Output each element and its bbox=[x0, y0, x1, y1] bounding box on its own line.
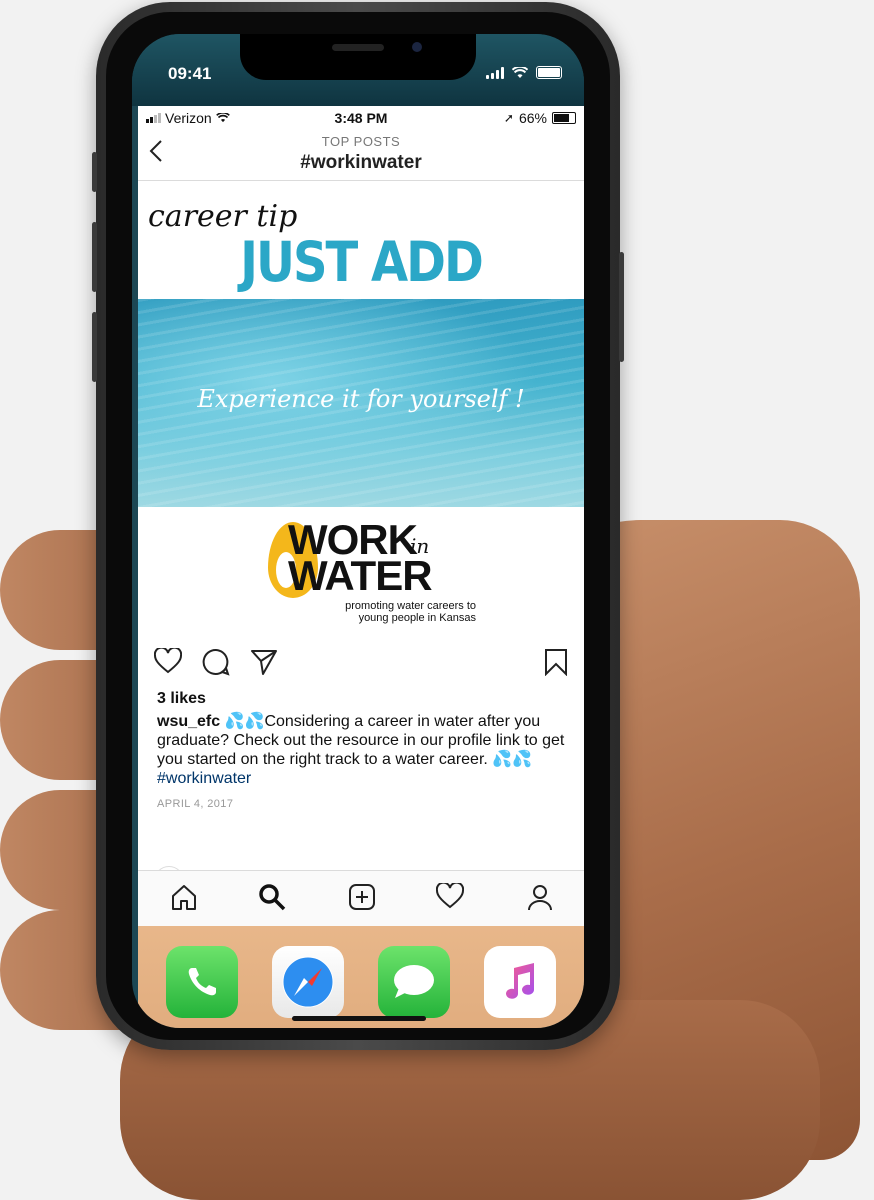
status-icons bbox=[486, 66, 562, 79]
instagram-screenshot: Verizon 3:48 PM ➚ 66% TOP POSTS #workinw… bbox=[138, 106, 584, 906]
music-app-icon[interactable] bbox=[484, 946, 556, 1018]
inner-status-bar: Verizon 3:48 PM ➚ 66% bbox=[138, 106, 584, 128]
battery-icon bbox=[552, 112, 576, 124]
ios-status-bar: 09:41 bbox=[132, 34, 584, 106]
header-title: #workinwater bbox=[300, 152, 422, 173]
logo-water: WATER bbox=[288, 552, 433, 599]
post-date: APRIL 4, 2017 bbox=[157, 798, 234, 810]
notch bbox=[240, 34, 476, 80]
volume-down-button bbox=[92, 312, 97, 382]
front-camera bbox=[412, 42, 422, 52]
home-indicator[interactable] bbox=[292, 1016, 426, 1021]
phone-bezel: 09:41 Verizon 3:48 PM ➚ 66% TOP POSTS #w… bbox=[106, 12, 610, 1040]
messages-app-icon[interactable] bbox=[378, 946, 450, 1018]
home-icon[interactable] bbox=[170, 883, 198, 916]
battery-icon bbox=[536, 66, 562, 79]
phone-app-icon[interactable] bbox=[166, 946, 238, 1018]
mute-switch bbox=[92, 152, 97, 192]
likes-count[interactable]: 3 likes bbox=[138, 686, 584, 712]
post-caption: wsu_efc 💦💦Considering a career in water … bbox=[138, 712, 584, 788]
battery-percent: 66% bbox=[518, 110, 547, 126]
safari-app-icon[interactable] bbox=[272, 946, 344, 1018]
location-arrow-icon: ➚ bbox=[503, 111, 514, 125]
hashtag-link[interactable]: #workinwater bbox=[157, 770, 251, 787]
header-subtitle: TOP POSTS bbox=[321, 134, 401, 149]
bookmark-icon[interactable] bbox=[544, 648, 568, 681]
logo-tagline: promoting water careers to young people … bbox=[345, 600, 476, 624]
status-time: 09:41 bbox=[168, 64, 212, 83]
signal-icon bbox=[486, 66, 504, 79]
comment-icon[interactable] bbox=[202, 648, 230, 681]
water-photo: Experience it for yourself ! bbox=[138, 299, 584, 507]
emoji: 💦💦 bbox=[224, 713, 265, 730]
wifi-icon bbox=[512, 66, 528, 78]
volume-up-button bbox=[92, 222, 97, 292]
username[interactable]: wsu_efc bbox=[157, 713, 220, 730]
ios-dock bbox=[138, 926, 584, 1028]
post-header: TOP POSTS #workinwater bbox=[138, 128, 584, 181]
phone-screen: 09:41 Verizon 3:48 PM ➚ 66% TOP POSTS #w… bbox=[132, 34, 584, 1028]
post-image[interactable]: career tip JUST ADD WATER Experience it … bbox=[138, 181, 584, 636]
paper-plane-icon[interactable] bbox=[250, 648, 278, 681]
heart-icon[interactable] bbox=[153, 646, 183, 679]
profile-icon[interactable] bbox=[526, 883, 554, 916]
post-actions bbox=[138, 636, 584, 686]
phone-frame: 09:41 Verizon 3:48 PM ➚ 66% TOP POSTS #w… bbox=[92, 2, 624, 1050]
search-icon[interactable] bbox=[258, 883, 286, 916]
water-tagline: Experience it for yourself ! bbox=[197, 385, 525, 413]
work-in-water-logo: WORK in WATER promoting water careers to… bbox=[268, 516, 476, 626]
career-tip-text: career tip bbox=[148, 199, 298, 234]
inner-status-right: ➚ 66% bbox=[504, 110, 576, 126]
add-post-icon[interactable] bbox=[348, 883, 376, 916]
side-button bbox=[619, 252, 624, 362]
activity-heart-icon[interactable] bbox=[435, 881, 465, 914]
emoji-end: 💦💦 bbox=[492, 751, 533, 768]
tab-bar bbox=[138, 870, 584, 927]
speaker bbox=[332, 44, 384, 51]
